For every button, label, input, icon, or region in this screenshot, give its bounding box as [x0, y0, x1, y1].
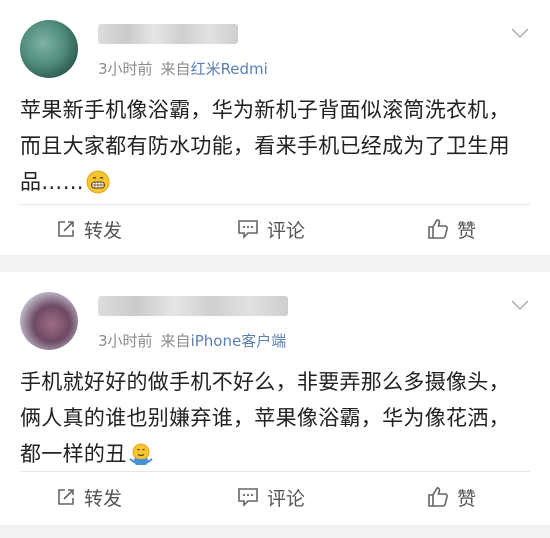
chevron-down-icon[interactable] [510, 298, 530, 312]
weibo-feed: 3小时前 来自红米Redmi 苹果新手机像浴霸，华为新机子背面似滚筒洗衣机，而且大… [0, 0, 550, 538]
source-link[interactable]: 红米Redmi [191, 60, 268, 78]
comment-label: 评论 [267, 219, 306, 242]
repost-label: 转发 [84, 487, 123, 510]
post-card: 3小时前 来自iPhone客户端 手机就好好的做手机不好么，非要弄那么多摄像头，俩… [0, 272, 550, 525]
action-bar: 转发 评论 赞 [0, 473, 550, 521]
like-button[interactable]: 赞 [427, 205, 476, 253]
post-card: 3小时前 来自红米Redmi 苹果新手机像浴霸，华为新机子背面似滚筒洗衣机，而且大… [0, 0, 550, 255]
post-text: 苹果新手机像浴霸，华为新机子背面似滚筒洗衣机，而且大家都有防水功能，看来手机已经… [20, 92, 530, 200]
comment-button[interactable]: 评论 [237, 205, 305, 253]
like-label: 赞 [457, 487, 477, 510]
comment-icon [238, 220, 258, 239]
repost-icon [58, 489, 74, 505]
username-blurred[interactable] [98, 24, 238, 44]
comment-icon [238, 488, 258, 507]
repost-button[interactable]: 转发 [56, 205, 122, 253]
divider [20, 471, 530, 472]
post-time: 3小时前 [98, 332, 153, 350]
post-text: 手机就好好的做手机不好么，非要弄那么多摄像头，俩人真的谁也别嫌弃谁，苹果像浴霸，… [20, 364, 530, 472]
comment-button[interactable]: 评论 [237, 473, 305, 521]
comment-label: 评论 [267, 487, 306, 510]
chevron-down-icon[interactable] [510, 26, 530, 40]
like-label: 赞 [457, 219, 477, 242]
repost-icon [58, 221, 74, 237]
shrug-face-emoji-icon [128, 443, 153, 465]
post-meta: 3小时前 来自红米Redmi [98, 58, 268, 79]
thumbs-up-icon [428, 487, 448, 507]
like-button[interactable]: 赞 [427, 473, 476, 521]
thumbs-up-icon [428, 219, 448, 239]
post-meta: 3小时前 来自iPhone客户端 [98, 330, 286, 351]
action-bar: 转发 评论 赞 [0, 205, 550, 253]
grinning-face-emoji-icon [86, 170, 110, 194]
repost-label: 转发 [84, 219, 123, 242]
post-text-body: 手机就好好的做手机不好么，非要弄那么多摄像头，俩人真的谁也别嫌弃谁，苹果像浴霸，… [20, 370, 510, 466]
repost-button[interactable]: 转发 [56, 473, 122, 521]
post-time: 3小时前 [98, 60, 153, 78]
source-prefix: 来自 [160, 60, 191, 78]
source-link[interactable]: iPhone客户端 [191, 332, 287, 350]
source-prefix: 来自 [160, 332, 191, 350]
avatar[interactable] [20, 292, 78, 350]
avatar[interactable] [20, 20, 78, 78]
username-blurred[interactable] [98, 296, 288, 316]
